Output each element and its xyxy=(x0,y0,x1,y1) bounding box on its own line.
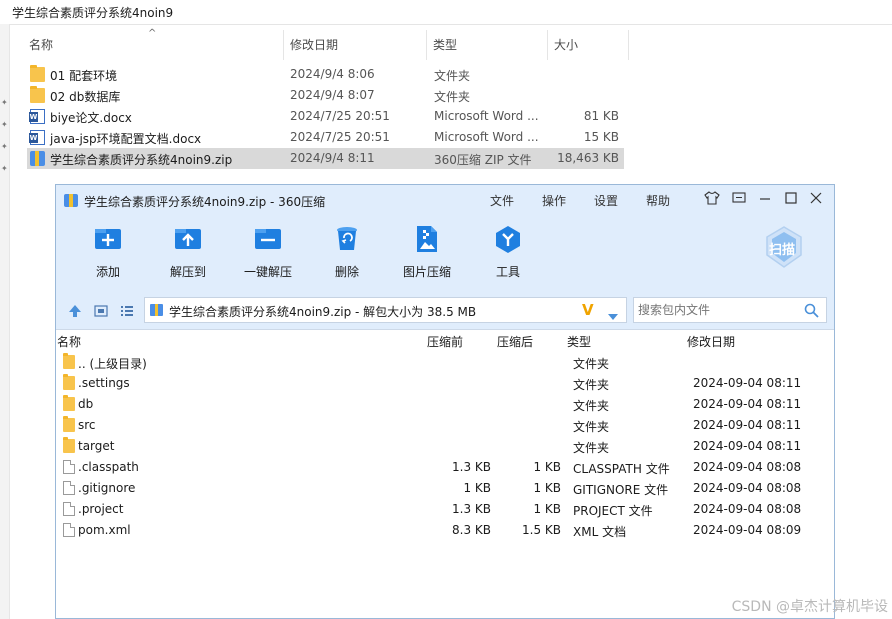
navigation-bar: 学生综合素质评分系统4noin9.zip - 解包大小为 38.5 MB V xyxy=(56,293,834,330)
tools-button[interactable]: 工具 xyxy=(473,225,543,280)
archive-row[interactable]: .gitignore 1 KB 1 KB GITIGNORE 文件 2024-0… xyxy=(56,478,834,499)
explorer-address-bar[interactable]: 学生综合素质评分系统4noin9 xyxy=(0,0,892,25)
search-input[interactable] xyxy=(636,302,800,318)
column-name[interactable]: 名称 xyxy=(23,30,283,60)
zip-archive-icon xyxy=(150,304,163,316)
add-icon xyxy=(93,225,123,253)
360zip-logo-icon xyxy=(64,194,78,207)
column-name[interactable]: 名称 xyxy=(57,333,81,350)
archive-row[interactable]: .. (上级目录) 文件夹 xyxy=(56,352,834,373)
folder-icon xyxy=(30,86,45,103)
archive-search[interactable] xyxy=(633,297,827,323)
minimize-icon[interactable] xyxy=(758,190,772,210)
maximize-icon[interactable] xyxy=(784,190,798,210)
archive-column-header: 名称 压缩前 压缩后 类型 修改日期 xyxy=(56,330,834,352)
folder-icon xyxy=(63,416,75,432)
add-button[interactable]: 添加 xyxy=(73,225,143,280)
skin-icon[interactable] xyxy=(704,190,720,210)
tools-icon xyxy=(493,225,523,253)
column-modified[interactable]: 修改日期 xyxy=(284,30,426,60)
feedback-icon[interactable] xyxy=(731,190,747,210)
extract-to-icon xyxy=(173,225,203,253)
watermark-text: CSDN @卓杰计算机毕设 xyxy=(731,599,888,615)
zip-archive-icon xyxy=(30,151,45,166)
column-after-compression[interactable]: 压缩后 xyxy=(497,333,533,350)
thumbnail-view-icon[interactable] xyxy=(94,303,108,322)
close-icon[interactable] xyxy=(809,190,823,210)
one-click-extract-icon xyxy=(253,225,283,253)
file-icon xyxy=(63,481,75,495)
explorer-address-text: 学生综合素质评分系统4noin9 xyxy=(12,6,174,20)
v-badge-icon[interactable]: V xyxy=(582,301,594,319)
menu-operate[interactable]: 操作 xyxy=(542,192,566,209)
folder-icon xyxy=(63,437,75,453)
pin-icon: ✦ xyxy=(1,98,8,107)
file-icon xyxy=(63,502,75,516)
file-row[interactable]: java-jsp环境配置文档.docx 2024/7/25 20:51 Micr… xyxy=(27,127,624,148)
archive-row[interactable]: pom.xml 8.3 KB 1.5 KB XML 文档 2024-09-04 … xyxy=(56,520,834,541)
explorer-nav-pane: ✦ ✦ ✦ ✦ xyxy=(0,24,10,619)
extract-to-button[interactable]: 解压到 xyxy=(153,225,223,280)
file-row[interactable]: 01 配套环境 2024/9/4 8:06 文件夹 xyxy=(27,64,624,85)
file-row[interactable]: biye论文.docx 2024/7/25 20:51 Microsoft Wo… xyxy=(27,106,624,127)
folder-icon xyxy=(63,395,75,411)
image-compress-button[interactable]: 图片压缩 xyxy=(392,225,462,280)
file-icon xyxy=(63,523,75,537)
pin-icon: ✦ xyxy=(1,164,8,173)
folder-icon xyxy=(30,65,45,82)
pin-icon: ✦ xyxy=(1,142,8,151)
list-view-icon[interactable] xyxy=(120,303,134,322)
file-row-selected[interactable]: 学生综合素质评分系统4noin9.zip 2024/9/4 8:11 360压缩… xyxy=(27,148,624,169)
zip-window: 学生综合素质评分系统4noin9.zip - 360压缩 文件 操作 设置 帮助… xyxy=(55,184,835,619)
window-title: 学生综合素质评分系统4noin9.zip - 360压缩 xyxy=(84,195,326,209)
chevron-down-icon[interactable] xyxy=(607,306,619,325)
archive-row[interactable]: .settings 文件夹 2024-09-04 08:11 xyxy=(56,373,834,394)
archive-path-field[interactable]: 学生综合素质评分系统4noin9.zip - 解包大小为 38.5 MB V xyxy=(144,297,627,323)
file-icon xyxy=(63,460,75,474)
folder-icon xyxy=(63,353,75,369)
menu-help[interactable]: 帮助 xyxy=(646,192,670,209)
archive-row[interactable]: db 文件夹 2024-09-04 08:11 xyxy=(56,394,834,415)
up-arrow-icon[interactable] xyxy=(68,303,82,322)
delete-icon xyxy=(332,225,362,253)
image-compress-icon xyxy=(412,225,442,253)
pin-icon: ✦ xyxy=(1,120,8,129)
folder-icon xyxy=(63,374,75,390)
file-row[interactable]: 02 db数据库 2024/9/4 8:07 文件夹 xyxy=(27,85,624,106)
column-type[interactable]: 类型 xyxy=(567,333,591,350)
archive-row[interactable]: src 文件夹 2024-09-04 08:11 xyxy=(56,415,834,436)
word-doc-icon xyxy=(29,130,45,145)
archive-row[interactable]: .project 1.3 KB 1 KB PROJECT 文件 2024-09-… xyxy=(56,499,834,520)
scan-label: 扫描 xyxy=(769,243,796,258)
scan-button[interactable]: 扫描 xyxy=(764,225,804,269)
delete-button[interactable]: 删除 xyxy=(312,225,382,280)
archive-path-text: 学生综合素质评分系统4noin9.zip - 解包大小为 38.5 MB xyxy=(169,305,477,319)
column-type[interactable]: 类型 xyxy=(427,30,547,60)
explorer-column-header: ^ 名称 修改日期 类型 大小 xyxy=(0,28,892,60)
search-icon[interactable] xyxy=(804,303,819,322)
zip-window-header: 学生综合素质评分系统4noin9.zip - 360压缩 文件 操作 设置 帮助… xyxy=(56,185,834,293)
archive-row[interactable]: target 文件夹 2024-09-04 08:11 xyxy=(56,436,834,457)
archive-row[interactable]: .classpath 1.3 KB 1 KB CLASSPATH 文件 2024… xyxy=(56,457,834,478)
menu-file[interactable]: 文件 xyxy=(490,192,514,209)
word-doc-icon xyxy=(29,109,45,124)
column-before-compression[interactable]: 压缩前 xyxy=(427,333,463,350)
one-click-extract-button[interactable]: 一键解压 xyxy=(233,225,303,280)
column-modified[interactable]: 修改日期 xyxy=(687,333,735,350)
menu-settings[interactable]: 设置 xyxy=(594,192,618,209)
column-size[interactable]: 大小 xyxy=(548,30,628,60)
